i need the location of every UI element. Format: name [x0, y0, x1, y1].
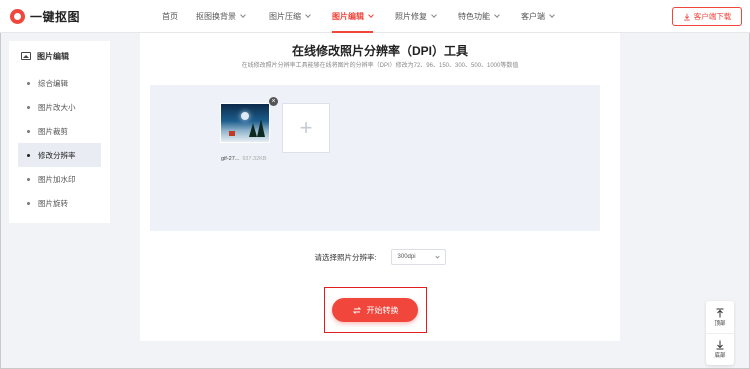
add-image-button[interactable]: + [282, 103, 330, 153]
back-to-top-button[interactable]: 顶部 [706, 301, 734, 333]
sidebar-item-label: 修改分辨率 [38, 150, 76, 160]
nav-item[interactable]: 特色功能 [458, 0, 500, 33]
file-name: gif-27... [221, 156, 240, 162]
bullet-icon [27, 177, 30, 181]
logo-icon [10, 9, 25, 24]
nav-item-label: 抠图换背景 [196, 12, 236, 21]
chevron-down-icon [434, 254, 440, 259]
thumbnail-moon [241, 112, 249, 120]
nav-item-label: 特色功能 [458, 12, 490, 21]
download-label: 客户端下载 [693, 12, 732, 21]
sidebar-item[interactable]: 图片加水印 [9, 167, 110, 191]
logo[interactable]: 一键抠图 [10, 8, 80, 25]
sidebar-item[interactable]: 图片旋转 [9, 191, 110, 215]
bullet-icon [27, 129, 30, 133]
convert-icon [352, 306, 361, 314]
top-header: 一键抠图 首页 抠图换背景 图片压缩 图片编辑 照片修复 特色功能 客户端 客户端下载 [0, 0, 750, 33]
sidebar-item[interactable]: 图片裁剪 [9, 119, 110, 143]
sidebar: 图片编辑 综合编辑图片改大小图片裁剪修改分辨率图片加水印图片旋转 [9, 41, 110, 223]
arrow-up-icon [716, 308, 724, 317]
nav-item[interactable]: 照片修复 [395, 0, 437, 33]
nav-item[interactable]: 首页 [162, 0, 178, 33]
bullet-icon [27, 81, 30, 85]
thumbnail-tree [249, 123, 257, 137]
sidebar-item[interactable]: 修改分辨率 [18, 143, 101, 167]
chevron-down-icon [431, 12, 437, 18]
main-nav: 首页 抠图换背景 图片压缩 图片编辑 照片修复 特色功能 客户端 [150, 0, 555, 33]
dpi-label: 请选择照片分辨率: [314, 252, 377, 262]
bullet-icon [27, 153, 30, 157]
floating-toolbar: 顶部 底部 [706, 301, 734, 365]
sidebar-item-label: 综合编辑 [38, 78, 68, 88]
nav-item[interactable]: 抠图换背景 [196, 0, 246, 33]
nav-item[interactable]: 客户端 [521, 0, 555, 33]
chevron-down-icon [549, 12, 555, 18]
download-icon [683, 13, 690, 20]
chevron-down-icon [305, 12, 311, 18]
thumbnail-house [229, 131, 235, 136]
sidebar-item-label: 图片改大小 [38, 102, 76, 112]
upload-area[interactable]: × gif-27... 937.32KB + [150, 85, 600, 231]
sidebar-item[interactable]: 图片改大小 [9, 95, 110, 119]
main-panel: 在线修改照片分辨率（DPI）工具 在线修改照片分辨率工具能够在线将图片的分辨率（… [140, 33, 620, 341]
bullet-icon [27, 105, 30, 109]
remove-image-icon[interactable]: × [269, 97, 278, 106]
uploaded-image-thumbnail[interactable] [220, 103, 270, 143]
bullet-icon [27, 201, 30, 205]
start-convert-label: 开始转换 [366, 305, 399, 315]
logo-text: 一键抠图 [30, 10, 81, 24]
file-size: 937.32KB [242, 156, 267, 162]
image-icon [21, 52, 31, 60]
nav-item-label: 客户端 [521, 12, 545, 21]
bottom-label: 底部 [714, 353, 726, 359]
dpi-select[interactable]: 300dpi [390, 249, 446, 265]
nav-item[interactable]: 图片编辑 [332, 0, 374, 33]
nav-item-label: 图片压缩 [269, 12, 301, 21]
start-convert-button[interactable]: 开始转换 [332, 298, 418, 322]
sidebar-header: 图片编辑 [9, 41, 110, 71]
page-subtitle: 在线修改照片分辨率工具能够在线将图片的分辨率（DPI）修改为72、96、150、… [241, 63, 519, 69]
sidebar-item[interactable]: 综合编辑 [9, 71, 110, 95]
file-info: gif-27... 937.32KB [221, 156, 267, 162]
go-to-bottom-button[interactable]: 底部 [706, 333, 734, 365]
page-title: 在线修改照片分辨率（DPI）工具 [291, 44, 468, 58]
sidebar-title: 图片编辑 [37, 51, 69, 61]
arrow-down-icon [716, 340, 724, 350]
chevron-down-icon [240, 12, 246, 18]
nav-item[interactable]: 图片压缩 [269, 0, 311, 33]
sidebar-item-label: 图片旋转 [38, 198, 68, 208]
chevron-down-icon [368, 12, 374, 18]
sidebar-item-label: 图片加水印 [38, 174, 76, 184]
dpi-row: 请选择照片分辨率: 300dpi [140, 249, 620, 265]
sidebar-list: 综合编辑图片改大小图片裁剪修改分辨率图片加水印图片旋转 [9, 71, 110, 215]
nav-item-label: 图片编辑 [332, 12, 364, 21]
top-label: 顶部 [714, 320, 726, 327]
plus-icon: + [299, 115, 313, 140]
sidebar-item-label: 图片裁剪 [38, 126, 68, 136]
client-download-button[interactable]: 客户端下载 [672, 7, 742, 26]
nav-item-label: 首页 [162, 12, 178, 21]
nav-item-label: 照片修复 [395, 12, 427, 21]
chevron-down-icon [494, 12, 500, 18]
thumbnail-tree [257, 119, 265, 137]
dpi-selected-value: 300dpi [397, 254, 416, 260]
